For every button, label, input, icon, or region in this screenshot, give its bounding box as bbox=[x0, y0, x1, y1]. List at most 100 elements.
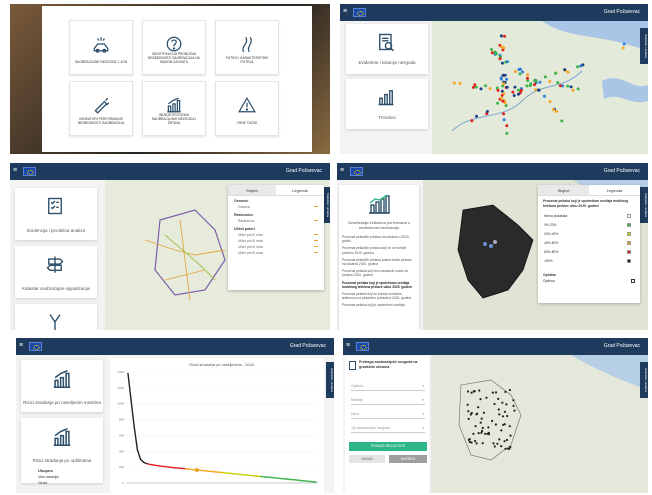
accident-marker[interactable] bbox=[498, 57, 502, 61]
accident-marker[interactable] bbox=[513, 70, 517, 73]
accident-marker[interactable] bbox=[481, 426, 484, 430]
chart-point[interactable] bbox=[211, 470, 214, 473]
accident-marker[interactable] bbox=[503, 410, 507, 413]
chart-point[interactable] bbox=[293, 479, 295, 481]
module-card[interactable]: Katastar saobraćajne signalizacije bbox=[15, 246, 97, 298]
accident-marker[interactable] bbox=[475, 442, 478, 445]
accident-marker[interactable] bbox=[480, 429, 484, 433]
topic-tile[interactable]: INDIKATORI PERFORMANSI BEZBEDNOSTI SAOBR… bbox=[69, 81, 133, 136]
module-card[interactable] bbox=[15, 304, 97, 330]
chart-point[interactable] bbox=[139, 458, 142, 460]
accident-marker[interactable] bbox=[493, 402, 496, 406]
accident-marker[interactable] bbox=[518, 72, 522, 76]
accident-marker[interactable] bbox=[468, 440, 471, 444]
indicator-list-item[interactable]: Procenat pešačkih prelaza koji se ne kor… bbox=[342, 246, 416, 254]
chart-point[interactable] bbox=[233, 473, 236, 475]
chart-point[interactable] bbox=[302, 480, 305, 482]
accident-marker[interactable] bbox=[484, 84, 488, 88]
accident-marker[interactable] bbox=[505, 77, 509, 81]
accident-marker[interactable] bbox=[537, 88, 540, 92]
accident-marker[interactable] bbox=[534, 88, 538, 92]
accident-marker[interactable] bbox=[475, 114, 478, 118]
layer-toggle[interactable] bbox=[314, 246, 318, 247]
menu-icon[interactable]: ≡ bbox=[340, 167, 346, 175]
layer-item[interactable]: Ulični put III reda bbox=[228, 250, 324, 256]
indicator-list-item[interactable]: Procenat pešačkih prelaza prema brzini p… bbox=[342, 258, 416, 266]
accident-marker[interactable] bbox=[470, 119, 474, 123]
accident-marker[interactable] bbox=[487, 426, 490, 429]
accident-marker[interactable] bbox=[558, 84, 562, 88]
menu-icon[interactable]: ≡ bbox=[343, 8, 349, 16]
chart-point[interactable] bbox=[309, 480, 311, 483]
accident-marker[interactable] bbox=[563, 68, 567, 72]
accident-marker[interactable] bbox=[480, 417, 483, 420]
accident-marker[interactable] bbox=[505, 60, 509, 64]
accident-marker[interactable] bbox=[504, 447, 507, 450]
accident-marker[interactable] bbox=[496, 442, 499, 445]
chart-point[interactable] bbox=[174, 467, 176, 469]
chart-point[interactable] bbox=[183, 468, 186, 470]
accident-marker[interactable] bbox=[513, 409, 516, 412]
accident-marker[interactable] bbox=[521, 70, 524, 74]
accident-marker[interactable] bbox=[512, 404, 515, 407]
accident-marker[interactable] bbox=[500, 61, 504, 65]
accident-marker[interactable] bbox=[498, 438, 501, 441]
layer-toggle[interactable] bbox=[314, 206, 318, 207]
accident-marker[interactable] bbox=[569, 85, 573, 89]
layer-item[interactable]: Granica bbox=[228, 204, 324, 210]
accident-marker[interactable] bbox=[452, 81, 456, 85]
accident-marker[interactable] bbox=[492, 442, 495, 445]
indicator-list-item[interactable]: Procenat pešaka koji je upotrebom uređaj… bbox=[342, 303, 416, 307]
module-card[interactable]: Rizici stradanja po naseljenim mestima bbox=[21, 360, 103, 412]
accident-marker[interactable] bbox=[467, 438, 470, 441]
chart-point[interactable] bbox=[168, 466, 170, 468]
chart-point[interactable] bbox=[315, 481, 317, 483]
layers-tab[interactable]: Legenda bbox=[276, 185, 324, 195]
accident-marker[interactable] bbox=[512, 399, 515, 402]
accident-marker[interactable] bbox=[474, 439, 477, 443]
layer-item[interactable]: Raskrsnica bbox=[228, 218, 324, 224]
chart-point[interactable] bbox=[262, 476, 264, 478]
accident-marker[interactable] bbox=[538, 80, 542, 84]
module-card[interactable]: Rizici stradanja po opštinama bbox=[21, 418, 103, 483]
search-select[interactable]: Tip saobraćajne nezgode ▾ bbox=[351, 424, 425, 433]
accident-marker[interactable] bbox=[503, 440, 506, 443]
chart-point[interactable] bbox=[268, 476, 270, 478]
chart-point[interactable] bbox=[152, 464, 154, 466]
accident-marker[interactable] bbox=[502, 112, 506, 116]
accident-marker[interactable] bbox=[478, 389, 481, 392]
chart-point[interactable] bbox=[221, 471, 223, 474]
accident-marker[interactable] bbox=[494, 423, 497, 426]
layer-toggle[interactable] bbox=[314, 240, 318, 241]
accident-marker[interactable] bbox=[534, 79, 538, 83]
accident-marker[interactable] bbox=[576, 87, 580, 91]
search-button[interactable]: PRIKAŽI REZULTATE bbox=[349, 442, 427, 451]
accident-marker[interactable] bbox=[512, 94, 516, 97]
accident-marker[interactable] bbox=[473, 390, 476, 393]
chart-point[interactable] bbox=[215, 471, 217, 473]
accident-marker[interactable] bbox=[571, 88, 575, 92]
accident-marker[interactable] bbox=[469, 413, 472, 416]
accident-marker[interactable] bbox=[566, 70, 570, 74]
accident-marker[interactable] bbox=[500, 429, 503, 432]
chart-point[interactable] bbox=[143, 461, 145, 464]
accident-marker[interactable] bbox=[548, 100, 552, 104]
chart-point[interactable] bbox=[227, 472, 229, 474]
chart-point[interactable] bbox=[312, 481, 314, 483]
topic-tile[interactable]: INDIKATORI RIZIKA SAOBRAĆAJNIH NEZGODA I… bbox=[142, 81, 206, 136]
map-view[interactable] bbox=[432, 21, 648, 154]
accident-marker[interactable] bbox=[477, 432, 480, 435]
side-tab[interactable]: Statistike i analiza bbox=[326, 362, 334, 398]
accident-marker[interactable] bbox=[485, 396, 488, 399]
accident-marker[interactable] bbox=[501, 415, 505, 418]
chart-point[interactable] bbox=[230, 472, 233, 475]
accident-marker[interactable] bbox=[505, 131, 509, 135]
accident-marker[interactable] bbox=[467, 417, 470, 420]
chart-point[interactable] bbox=[158, 465, 160, 467]
layers-tab[interactable]: Slojevi bbox=[228, 185, 276, 195]
topic-tile[interactable]: SAOBRAĆAJNE NEZGODE 1-4/18 bbox=[69, 20, 133, 75]
chart-point[interactable] bbox=[190, 468, 192, 471]
accident-marker[interactable] bbox=[491, 391, 494, 394]
indicator-list-item[interactable]: Procenat pešačkih prelaza na ulicama u 2… bbox=[342, 235, 416, 243]
accident-marker[interactable] bbox=[502, 423, 505, 426]
